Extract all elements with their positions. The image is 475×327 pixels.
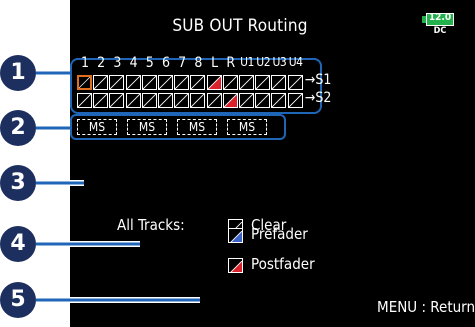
callout-badge-1: 1 xyxy=(0,55,36,91)
callout-badge-2: 2 xyxy=(0,110,36,146)
callout-badge-3: 3 xyxy=(0,165,36,201)
callout-badge-5: 5 xyxy=(0,282,36,318)
callout-lines xyxy=(36,71,200,303)
callout-badge-4: 4 xyxy=(0,226,36,262)
